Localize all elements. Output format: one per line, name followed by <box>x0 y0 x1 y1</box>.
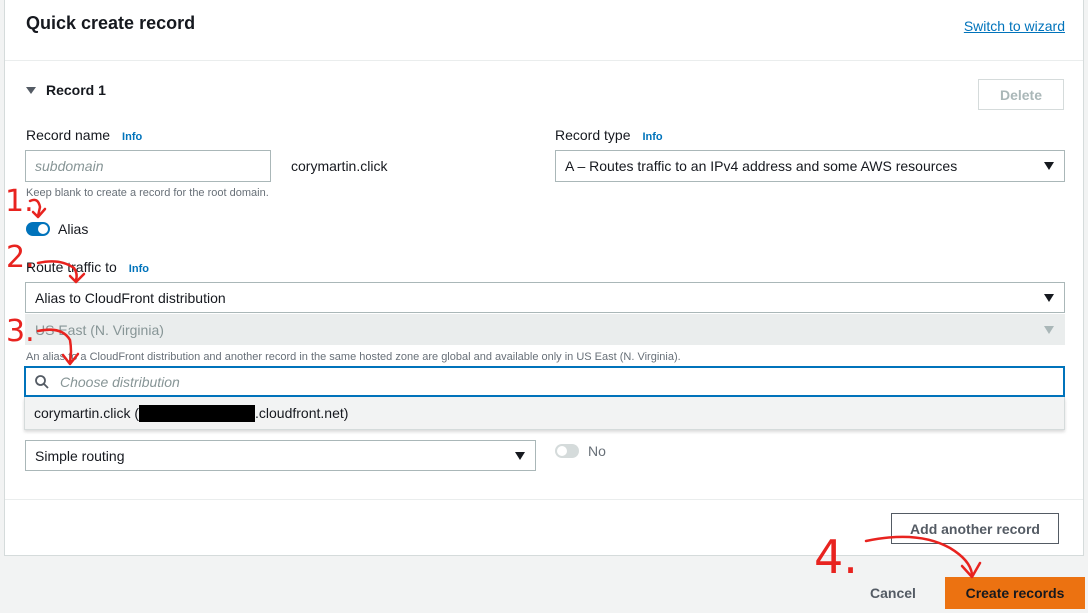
arrow-step-4 <box>864 535 974 576</box>
annotation-arrows <box>28 198 982 579</box>
